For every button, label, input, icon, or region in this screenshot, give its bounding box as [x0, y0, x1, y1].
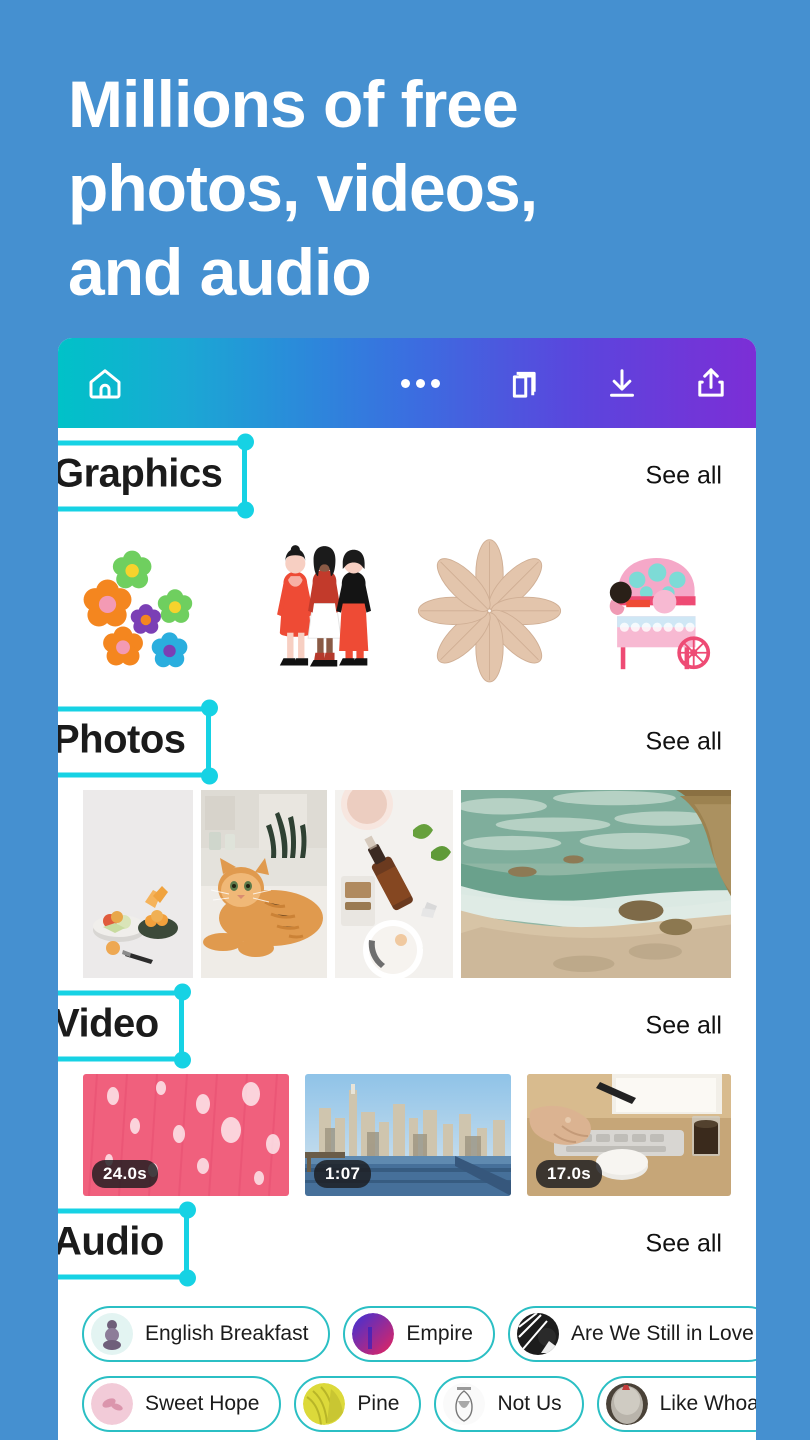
- headline-line-1: Millions of free: [68, 67, 519, 141]
- app-screenshot-card: Graphics See all Photos See all Video Se…: [58, 338, 756, 1440]
- typing-video[interactable]: 17.0s: [527, 1074, 731, 1196]
- video-duration-badge: 1:07: [314, 1160, 372, 1188]
- resize-handle-top-right[interactable]: [200, 699, 218, 717]
- audio-track-chip[interactable]: English Breakfast: [82, 1306, 331, 1362]
- track-artwork: [303, 1383, 346, 1425]
- resize-handle-top-right[interactable]: [173, 983, 191, 1001]
- audio-track-chip[interactable]: Pine: [294, 1376, 422, 1432]
- section-header-audio: Audio See all: [58, 1196, 756, 1292]
- graphics-row: [58, 524, 756, 694]
- section-title-video[interactable]: Video: [58, 983, 191, 1069]
- video-duration-badge: 24.0s: [92, 1160, 159, 1188]
- see-all-graphics[interactable]: See all: [646, 462, 722, 491]
- audio-row-1: English Breakfast Empire Are We Still in…: [82, 1306, 756, 1362]
- fruit-bowl-photo[interactable]: [83, 790, 193, 978]
- see-all-video[interactable]: See all: [646, 1012, 722, 1041]
- layers-icon[interactable]: [503, 362, 545, 404]
- resize-handle-bottom-right[interactable]: [237, 501, 255, 519]
- track-title: Pine: [357, 1392, 400, 1415]
- beach-photo[interactable]: [461, 790, 731, 978]
- track-artwork: [443, 1383, 486, 1425]
- video-duration-badge: 17.0s: [536, 1160, 603, 1188]
- see-all-audio[interactable]: See all: [646, 1230, 722, 1259]
- track-title: Empire: [406, 1322, 473, 1345]
- track-title: Sweet Hope: [145, 1392, 260, 1415]
- audio-list: English Breakfast Empire Are We Still in…: [58, 1292, 756, 1432]
- track-title: Like Whoa: [659, 1392, 756, 1415]
- leaves-graphic[interactable]: [412, 529, 567, 689]
- section-title-graphics-label: Graphics: [58, 451, 223, 496]
- photos-row: [58, 790, 756, 978]
- section-header-photos: Photos See all: [58, 694, 756, 790]
- cosmetics-photo[interactable]: [335, 790, 453, 978]
- raindrops-video[interactable]: 24.0s: [83, 1074, 289, 1196]
- resize-handle-bottom-right[interactable]: [200, 767, 218, 785]
- video-row: 24.0s 1:07 17.0s: [58, 1074, 756, 1196]
- section-title-photos-label: Photos: [58, 717, 186, 762]
- section-title-audio[interactable]: Audio: [58, 1201, 196, 1287]
- track-artwork: [91, 1313, 133, 1355]
- cat-photo[interactable]: [201, 790, 327, 978]
- section-header-video: Video See all: [58, 978, 756, 1074]
- more-options-icon[interactable]: [398, 378, 443, 388]
- flowers-graphic[interactable]: [82, 529, 237, 689]
- audio-track-chip[interactable]: Sweet Hope: [82, 1376, 282, 1432]
- page-title: Millions of free photos, videos, and aud…: [68, 62, 748, 314]
- track-artwork: [605, 1383, 648, 1425]
- audio-track-chip[interactable]: Are We Still in Love: [507, 1306, 756, 1362]
- audio-track-chip[interactable]: Not Us: [434, 1376, 584, 1432]
- track-title: English Breakfast: [145, 1322, 309, 1345]
- resize-handle-bottom-right[interactable]: [178, 1269, 196, 1287]
- audio-row-2: Sweet Hope Pine Not Us Like Whoa: [82, 1376, 756, 1432]
- app-toolbar: [58, 338, 756, 428]
- section-title-video-label: Video: [58, 1001, 159, 1046]
- cityscape-video[interactable]: 1:07: [305, 1074, 511, 1196]
- home-icon[interactable]: [84, 362, 126, 404]
- see-all-photos[interactable]: See all: [646, 728, 722, 757]
- audio-track-chip[interactable]: Empire: [343, 1306, 495, 1362]
- section-title-audio-label: Audio: [58, 1219, 164, 1264]
- track-artwork: [352, 1313, 395, 1355]
- track-artwork: [91, 1383, 133, 1425]
- section-title-graphics[interactable]: Graphics: [58, 433, 255, 519]
- section-header-graphics: Graphics See all: [58, 428, 756, 524]
- headline-line-2: photos, videos,: [68, 151, 538, 225]
- track-title: Not Us: [497, 1392, 562, 1415]
- three-women-graphic[interactable]: [247, 529, 402, 689]
- resize-handle-bottom-right[interactable]: [173, 1051, 191, 1069]
- headline-line-3: and audio: [68, 235, 372, 309]
- resize-handle-top-right[interactable]: [178, 1201, 196, 1219]
- track-artwork: [516, 1313, 559, 1355]
- track-title: Are We Still in Love: [570, 1322, 754, 1345]
- section-title-photos[interactable]: Photos: [58, 699, 218, 785]
- resize-handle-top-right[interactable]: [237, 433, 255, 451]
- cart-graphic[interactable]: [577, 529, 732, 689]
- download-icon[interactable]: [601, 362, 643, 404]
- audio-track-chip[interactable]: Like Whoa: [596, 1376, 756, 1432]
- share-icon[interactable]: [690, 362, 732, 404]
